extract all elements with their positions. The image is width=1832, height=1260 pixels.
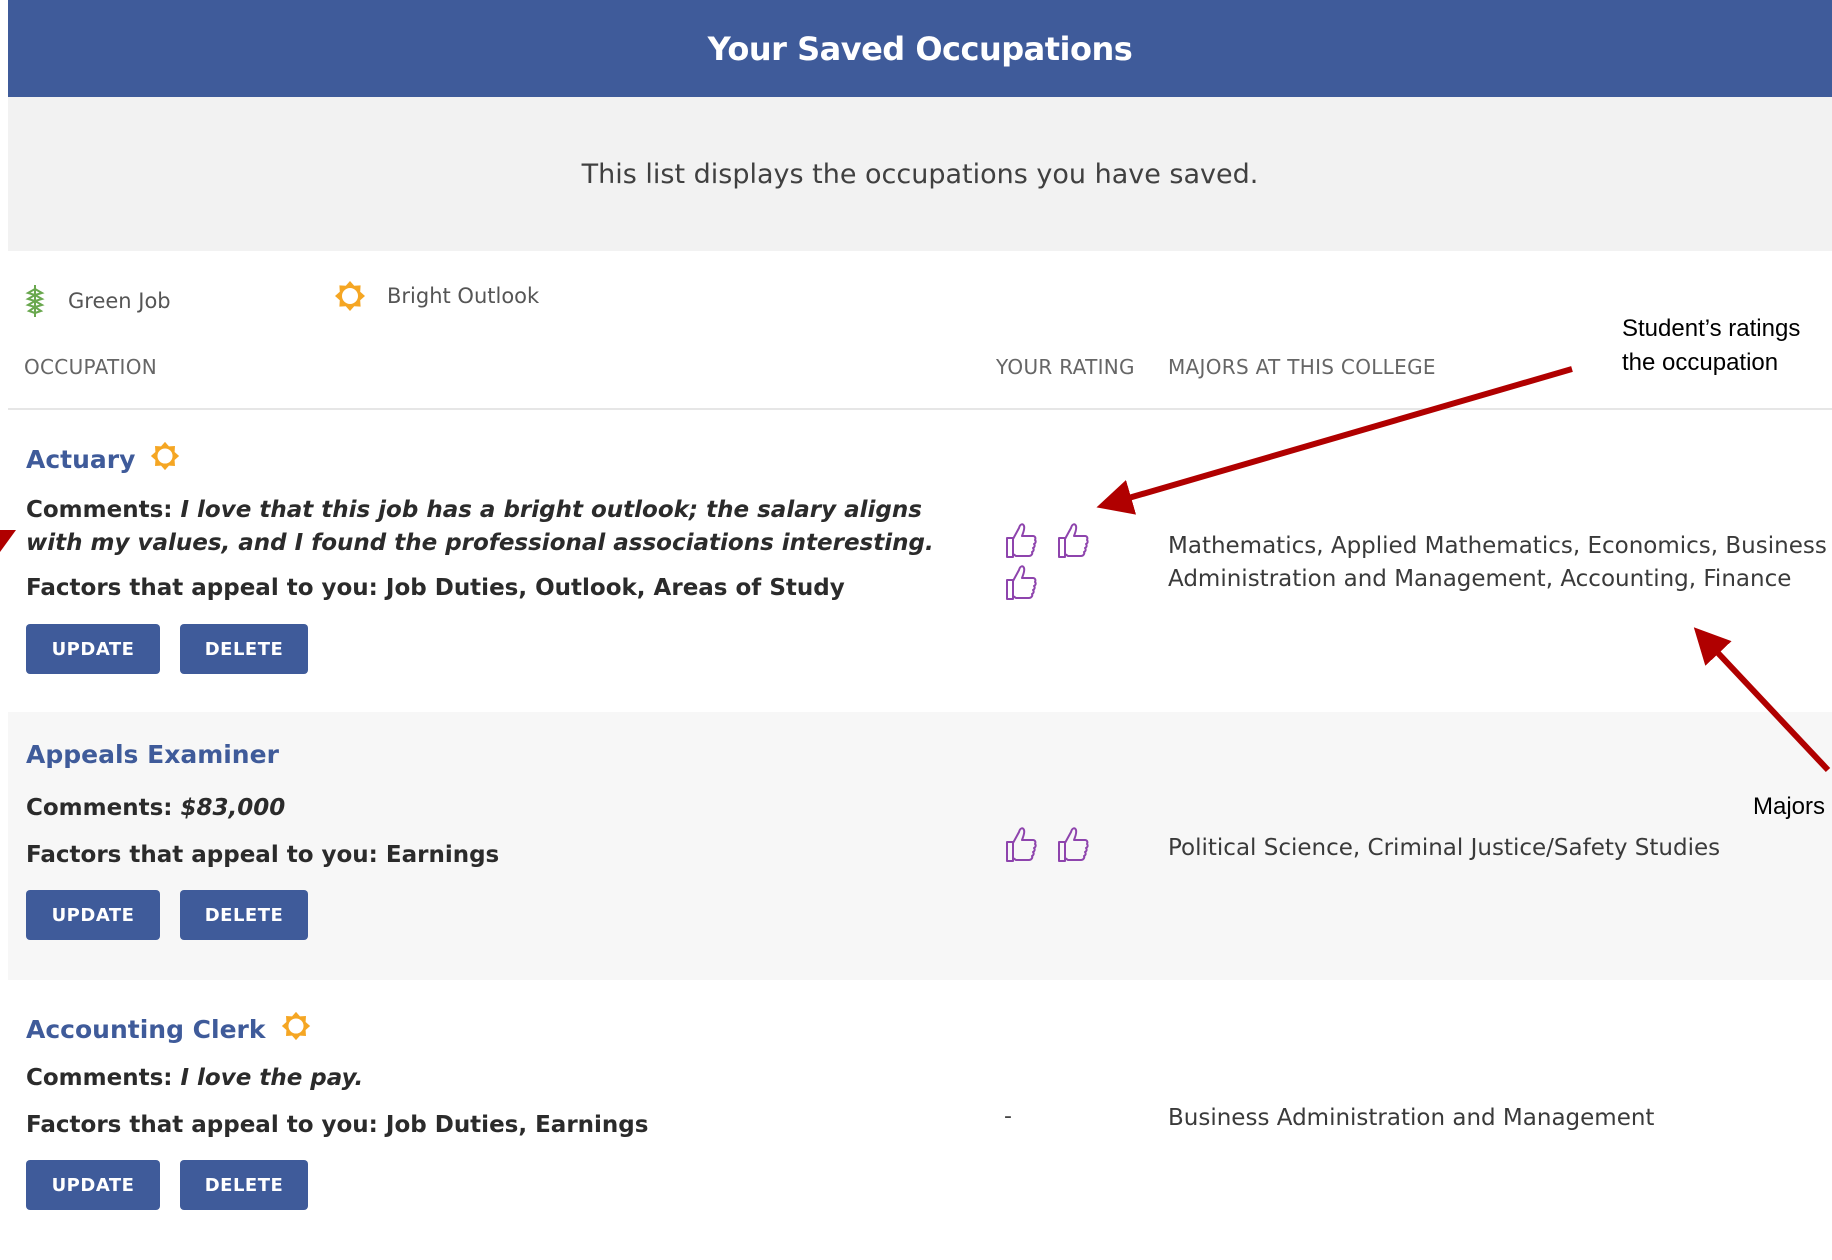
ratings-arrow (1096, 366, 1573, 515)
saved-occupations-page: Your Saved Occupations This list display… (0, 0, 1832, 1260)
annotation-arrows (0, 366, 1831, 773)
majors-arrow (1693, 627, 1831, 773)
arrow-head-fragment (0, 530, 16, 552)
